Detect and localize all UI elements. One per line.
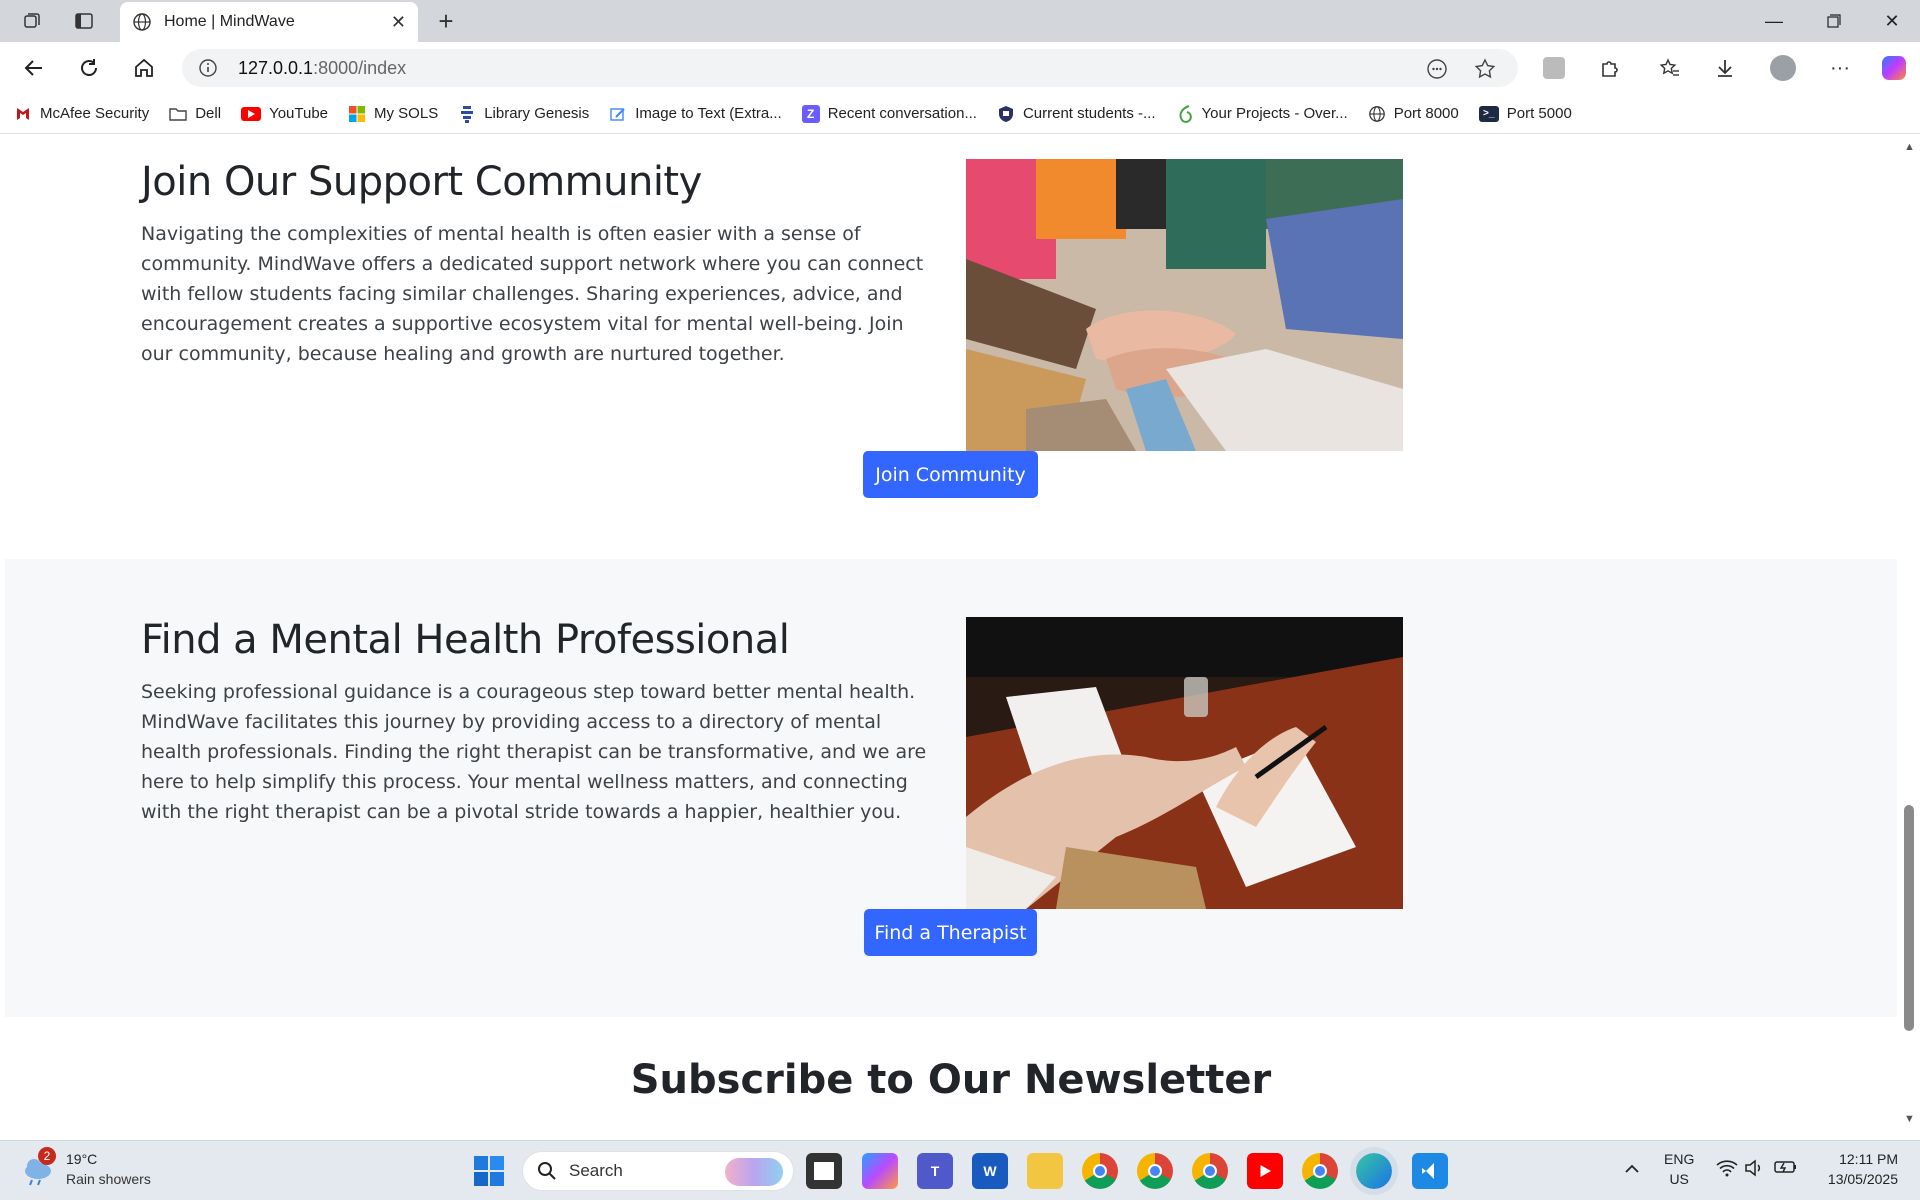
z-icon: Z	[801, 104, 820, 123]
professional-heading: Find a Mental Health Professional	[141, 617, 790, 663]
teams-icon[interactable]: T	[917, 1153, 953, 1189]
address-bar[interactable]: 127.0.0.1:8000/index	[182, 49, 1518, 87]
weather-badge: 2	[38, 1147, 56, 1165]
bookmark-recent-conversation[interactable]: Z Recent conversation...	[801, 104, 977, 123]
overleaf-icon	[1176, 104, 1194, 123]
page-scrollbar[interactable]: ▲ ▼	[1898, 135, 1920, 1135]
minimize-icon[interactable]: —	[1746, 0, 1802, 42]
bookmark-my-sols[interactable]: My SOLS	[348, 105, 438, 123]
wifi-icon[interactable]	[1716, 1159, 1738, 1182]
search-icon	[538, 1162, 556, 1180]
chrome-profile-2-icon[interactable]	[1137, 1153, 1173, 1189]
bookmarks-bar: McAfee Security Dell YouTube My SOLS Lib…	[0, 94, 1920, 134]
extensions-puzzle-icon[interactable]	[1596, 54, 1624, 82]
bookmark-image-to-text[interactable]: Image to Text (Extra...	[609, 105, 782, 123]
chrome-profile-3-icon[interactable]	[1192, 1153, 1228, 1189]
restore-icon[interactable]	[1806, 0, 1862, 42]
professional-section: Find a Mental Health Professional Seekin…	[5, 559, 1897, 1017]
workspaces-icon[interactable]	[12, 6, 52, 36]
weather-widget[interactable]: 2 19°C Rain showers	[20, 1147, 151, 1189]
close-window-icon[interactable]: ✕	[1864, 0, 1920, 42]
bookmark-your-projects[interactable]: Your Projects - Over...	[1176, 104, 1348, 123]
time: 12:11 PM	[1839, 1151, 1898, 1167]
extension-app-icon[interactable]	[1540, 54, 1568, 82]
copilot-app-icon[interactable]	[862, 1153, 898, 1189]
mcafee-icon	[14, 105, 32, 123]
tab-title: Home | MindWave	[164, 13, 295, 30]
scroll-up-icon[interactable]: ▲	[1904, 141, 1915, 153]
site-info-icon[interactable]	[198, 58, 218, 78]
temperature: 19°C	[66, 1151, 98, 1167]
new-tab-icon[interactable]: +	[430, 6, 462, 36]
community-heading: Join Our Support Community	[141, 159, 702, 205]
favorite-star-icon[interactable]	[1474, 58, 1496, 80]
task-view-icon[interactable]	[806, 1153, 842, 1189]
join-community-button[interactable]: Join Community	[863, 451, 1038, 498]
youtube-icon	[241, 106, 262, 121]
globe-icon	[133, 13, 151, 31]
folder-icon	[169, 105, 187, 123]
search-highlight-icon	[725, 1158, 783, 1186]
copilot-icon[interactable]	[1880, 54, 1908, 82]
scrollbar-thumb[interactable]	[1904, 805, 1914, 1031]
vscode-icon[interactable]	[1412, 1153, 1448, 1189]
community-hands-image	[966, 159, 1403, 451]
downloads-icon[interactable]	[1711, 54, 1739, 82]
profile-avatar-icon[interactable]	[1769, 54, 1797, 82]
url-text: 127.0.0.1:8000/index	[238, 57, 407, 78]
bookmark-library-genesis[interactable]: Library Genesis	[458, 105, 589, 123]
more-options-icon[interactable]: ···	[1826, 54, 1854, 82]
edge-icon[interactable]	[1350, 1147, 1398, 1195]
rain-cloud-icon: 2	[20, 1147, 56, 1187]
battery-icon[interactable]	[1774, 1159, 1798, 1180]
bookmark-dell[interactable]: Dell	[169, 105, 221, 123]
find-therapist-button[interactable]: Find a Therapist	[864, 909, 1037, 956]
search-label: Search	[569, 1161, 623, 1180]
navigation-bar: 127.0.0.1:8000/index ···	[0, 42, 1920, 94]
refresh-icon[interactable]	[69, 50, 109, 86]
newsletter-heading: Subscribe to Our Newsletter	[630, 1057, 1272, 1103]
taskbar-search[interactable]: Search	[522, 1151, 794, 1191]
close-tab-icon[interactable]: ✕	[391, 12, 406, 33]
scroll-down-icon[interactable]: ▼	[1904, 1113, 1915, 1125]
professional-description: Seeking professional guidance is a coura…	[141, 681, 927, 823]
tab-actions-icon[interactable]	[64, 6, 104, 36]
reading-mode-icon[interactable]	[1426, 58, 1448, 80]
microsoft-icon	[348, 105, 366, 123]
community-section: Join Our Support Community Navigating th…	[5, 135, 1897, 559]
windows-start-icon[interactable]	[472, 1154, 506, 1188]
favorites-icon[interactable]	[1656, 54, 1684, 82]
file-explorer-icon[interactable]	[1027, 1153, 1063, 1189]
youtube-app-icon[interactable]	[1247, 1153, 1283, 1189]
bookmark-current-students[interactable]: Current students -...	[997, 105, 1156, 123]
show-hidden-icons[interactable]	[1624, 1159, 1640, 1179]
active-tab[interactable]: Home | MindWave ✕	[120, 2, 418, 42]
home-icon[interactable]	[124, 50, 164, 86]
terminal-icon: >_	[1478, 105, 1499, 122]
clock[interactable]: 12:11 PM 13/05/2025	[1818, 1149, 1898, 1189]
word-icon[interactable]: W	[972, 1153, 1008, 1189]
tab-bar: Home | MindWave ✕ + — ✕	[0, 0, 1920, 42]
globe-icon	[1368, 105, 1386, 123]
chrome-profile-4-icon[interactable]	[1302, 1153, 1338, 1189]
image-text-icon	[609, 105, 627, 123]
back-icon[interactable]	[14, 50, 54, 86]
bookmark-port-5000[interactable]: >_ Port 5000	[1478, 105, 1572, 122]
page-viewport: Join Our Support Community Navigating th…	[0, 135, 1920, 1135]
libgen-icon	[458, 105, 476, 123]
weather-condition: Rain showers	[66, 1171, 151, 1187]
date: 13/05/2025	[1827, 1171, 1898, 1187]
bookmark-mcafee[interactable]: McAfee Security	[14, 105, 149, 123]
volume-icon[interactable]	[1744, 1159, 1764, 1182]
bookmark-youtube[interactable]: YouTube	[241, 105, 328, 122]
bookmark-port-8000[interactable]: Port 8000	[1368, 105, 1459, 123]
newsletter-section: Subscribe to Our Newsletter	[5, 1017, 1897, 1135]
shield-icon	[997, 105, 1015, 123]
windows-taskbar: 2 19°C Rain showers Search T W ENG US 12…	[0, 1140, 1920, 1200]
chrome-icon[interactable]	[1082, 1153, 1118, 1189]
language-indicator[interactable]: ENG US	[1664, 1149, 1694, 1189]
therapist-session-image	[966, 617, 1403, 909]
community-description: Navigating the complexities of mental he…	[141, 223, 924, 365]
